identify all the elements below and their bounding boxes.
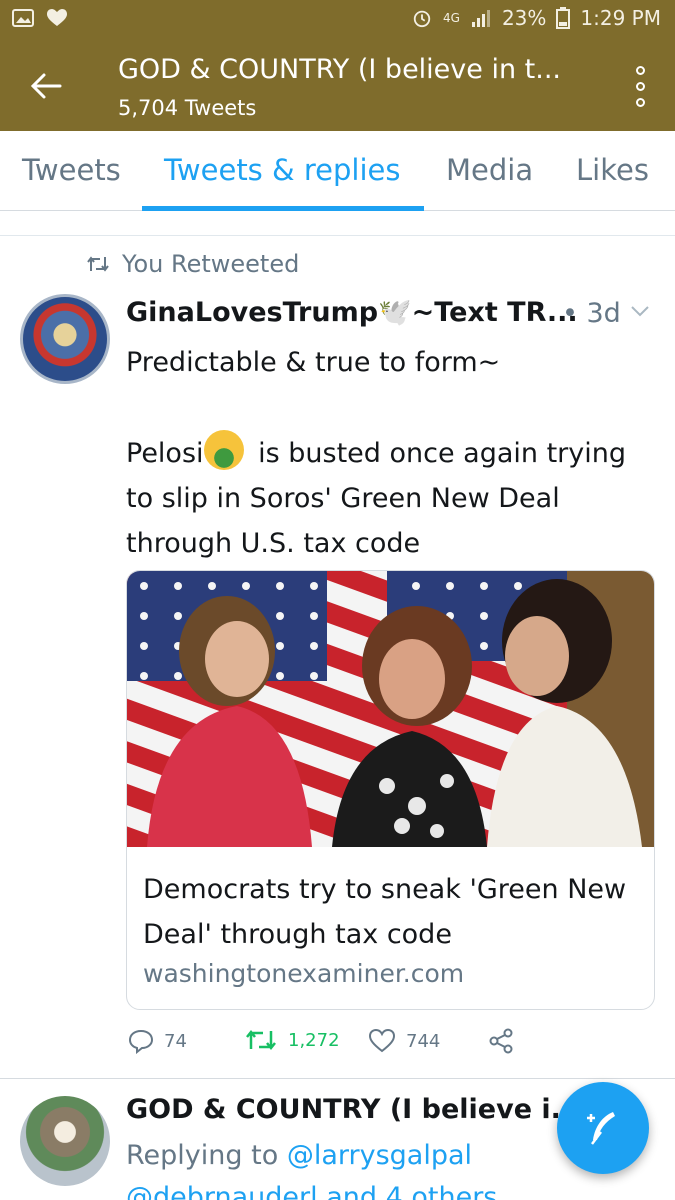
retweet-icon bbox=[246, 1029, 276, 1051]
avatar[interactable] bbox=[20, 1096, 110, 1186]
retweet-icon bbox=[87, 256, 109, 272]
reply-handle-link[interactable]: @larrysgalpal bbox=[287, 1140, 472, 1171]
compose-tweet-button[interactable] bbox=[557, 1082, 649, 1174]
retweet-count: 1,272 bbox=[288, 1029, 340, 1051]
overflow-menu-button[interactable] bbox=[625, 62, 655, 110]
tweet-text-line: Predictable & true to form~ bbox=[126, 347, 501, 378]
active-tab-indicator bbox=[142, 206, 424, 211]
network-label: 4G bbox=[443, 11, 460, 25]
divider bbox=[0, 235, 675, 236]
profile-tabs: Tweets Tweets & replies Media Likes bbox=[0, 131, 675, 211]
heart-icon bbox=[368, 1028, 396, 1053]
signal-icon bbox=[471, 10, 490, 27]
image-icon bbox=[12, 9, 34, 27]
link-card-domain: washingtonexaminer.com bbox=[143, 959, 465, 988]
tab-tweets-and-replies[interactable]: Tweets & replies bbox=[164, 153, 400, 187]
tab-tweets[interactable]: Tweets bbox=[22, 153, 121, 187]
compose-feather-icon bbox=[587, 1112, 615, 1145]
nauseated-face-icon bbox=[203, 430, 244, 470]
divider bbox=[0, 1078, 675, 1079]
reply-handles-more[interactable]: @debrnauderl and 4 others bbox=[126, 1182, 497, 1200]
tweet-text: Predictable & true to form~ Pelosi is bu… bbox=[126, 340, 656, 566]
heart-icon bbox=[47, 9, 67, 26]
status-bar: 4G 23% 1:29 PM bbox=[0, 0, 675, 40]
battery-percent: 23% bbox=[501, 6, 547, 30]
like-count: 744 bbox=[406, 1030, 441, 1052]
profile-header: GOD & COUNTRY (I believe in t... 5,704 T… bbox=[0, 40, 675, 131]
tweet-actions: 74 1,272 744 bbox=[126, 1028, 646, 1064]
link-card-image bbox=[127, 571, 654, 847]
reply-count: 74 bbox=[164, 1030, 187, 1052]
avatar[interactable] bbox=[20, 294, 110, 384]
tweet-author[interactable]: GinaLovesTrump🕊️~Text TR... bbox=[126, 296, 578, 328]
tweet-author[interactable]: GOD & COUNTRY (I believe i... bbox=[126, 1094, 581, 1125]
overflow-menu-icon bbox=[635, 65, 645, 75]
like-button[interactable]: 744 bbox=[368, 1028, 440, 1054]
tab-likes[interactable]: Likes bbox=[576, 153, 649, 187]
share-button[interactable] bbox=[488, 1028, 514, 1054]
share-icon bbox=[489, 1028, 513, 1054]
retweet-button[interactable]: 1,272 bbox=[244, 1028, 340, 1052]
tweet-time: • 3d bbox=[562, 298, 621, 329]
link-card-title: Democrats try to sneak 'Green New Deal' … bbox=[143, 874, 627, 950]
reply-button[interactable]: 74 bbox=[128, 1028, 187, 1054]
tweet-count: 5,704 Tweets bbox=[118, 96, 257, 120]
back-arrow-icon bbox=[30, 73, 62, 99]
reply-icon bbox=[128, 1029, 154, 1054]
profile-title: GOD & COUNTRY (I believe in t... bbox=[118, 54, 561, 85]
link-card[interactable]: Democrats try to sneak 'Green New Deal' … bbox=[126, 570, 655, 1010]
tweet-text-line: Pelosi is busted once again trying to sl… bbox=[126, 430, 656, 566]
alarm-icon bbox=[413, 10, 431, 28]
back-button[interactable] bbox=[24, 64, 68, 108]
battery-icon bbox=[556, 7, 571, 29]
replying-to: Replying to @larrysgalpal bbox=[126, 1140, 473, 1171]
clock: 1:29 PM bbox=[580, 6, 661, 30]
retweet-context: You Retweeted bbox=[86, 250, 299, 278]
retweet-label: You Retweeted bbox=[122, 250, 300, 278]
chevron-down-icon[interactable] bbox=[630, 304, 650, 318]
tab-media[interactable]: Media bbox=[446, 153, 533, 187]
